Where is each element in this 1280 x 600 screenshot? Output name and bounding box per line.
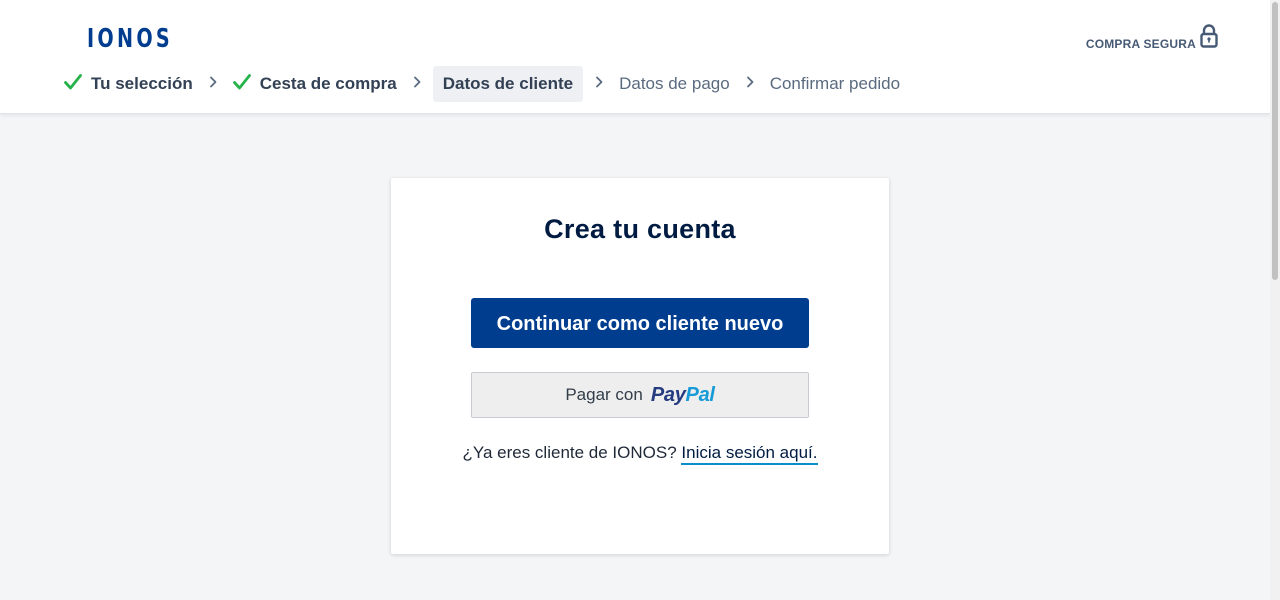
create-account-card: Crea tu cuenta Continuar como cliente nu…: [391, 178, 889, 554]
paypal-logo: PayPal: [650, 383, 715, 406]
page-scrollbar[interactable]: [1270, 0, 1280, 600]
secure-purchase-label: COMPRA SEGURA: [1085, 36, 1196, 51]
card-title: Crea tu cuenta: [544, 214, 736, 244]
chevron-right-icon: [413, 75, 421, 93]
ionos-logo[interactable]: IONOS: [87, 24, 173, 54]
step-label: Tu selección: [91, 74, 193, 93]
lock-icon: [1200, 24, 1218, 53]
login-prompt-text: ¿Ya eres cliente de IONOS?: [462, 443, 677, 462]
continue-new-customer-button[interactable]: Continuar como cliente nuevo: [471, 298, 809, 348]
step-confirmar-pedido: Confirmar pedido: [766, 66, 904, 102]
paypal-button-label: Pagar con: [565, 385, 643, 404]
chevron-right-icon: [209, 75, 217, 93]
secure-purchase-indicator: COMPRA SEGURA: [1086, 24, 1218, 53]
step-tu-seleccion[interactable]: Tu selección: [60, 66, 197, 102]
login-link[interactable]: Inicia sesión aquí.: [681, 443, 818, 465]
existing-customer-prompt: ¿Ya eres cliente de IONOS? Inicia sesión…: [391, 443, 889, 465]
step-label: Cesta de compra: [259, 74, 397, 93]
chevron-right-icon: [746, 75, 754, 93]
checkout-progress-steps: Tu selección Cesta de compra Datos de cl…: [60, 66, 904, 102]
step-cesta-de-compra[interactable]: Cesta de compra: [229, 66, 401, 102]
step-label: Datos de cliente: [442, 74, 574, 93]
step-datos-de-cliente: Datos de cliente: [432, 66, 584, 102]
checkout-header: IONOS COMPRA SEGURA Tu selección Cesta d…: [0, 0, 1270, 114]
step-label: Datos de pago: [619, 74, 730, 93]
step-label: Confirmar pedido: [769, 74, 901, 93]
scrollbar-thumb[interactable]: [1272, 2, 1278, 280]
paypal-button[interactable]: Pagar con PayPal: [471, 372, 809, 418]
step-datos-de-pago: Datos de pago: [615, 66, 734, 102]
check-icon: [64, 73, 82, 95]
check-icon: [232, 73, 251, 95]
chevron-right-icon: [595, 75, 603, 93]
